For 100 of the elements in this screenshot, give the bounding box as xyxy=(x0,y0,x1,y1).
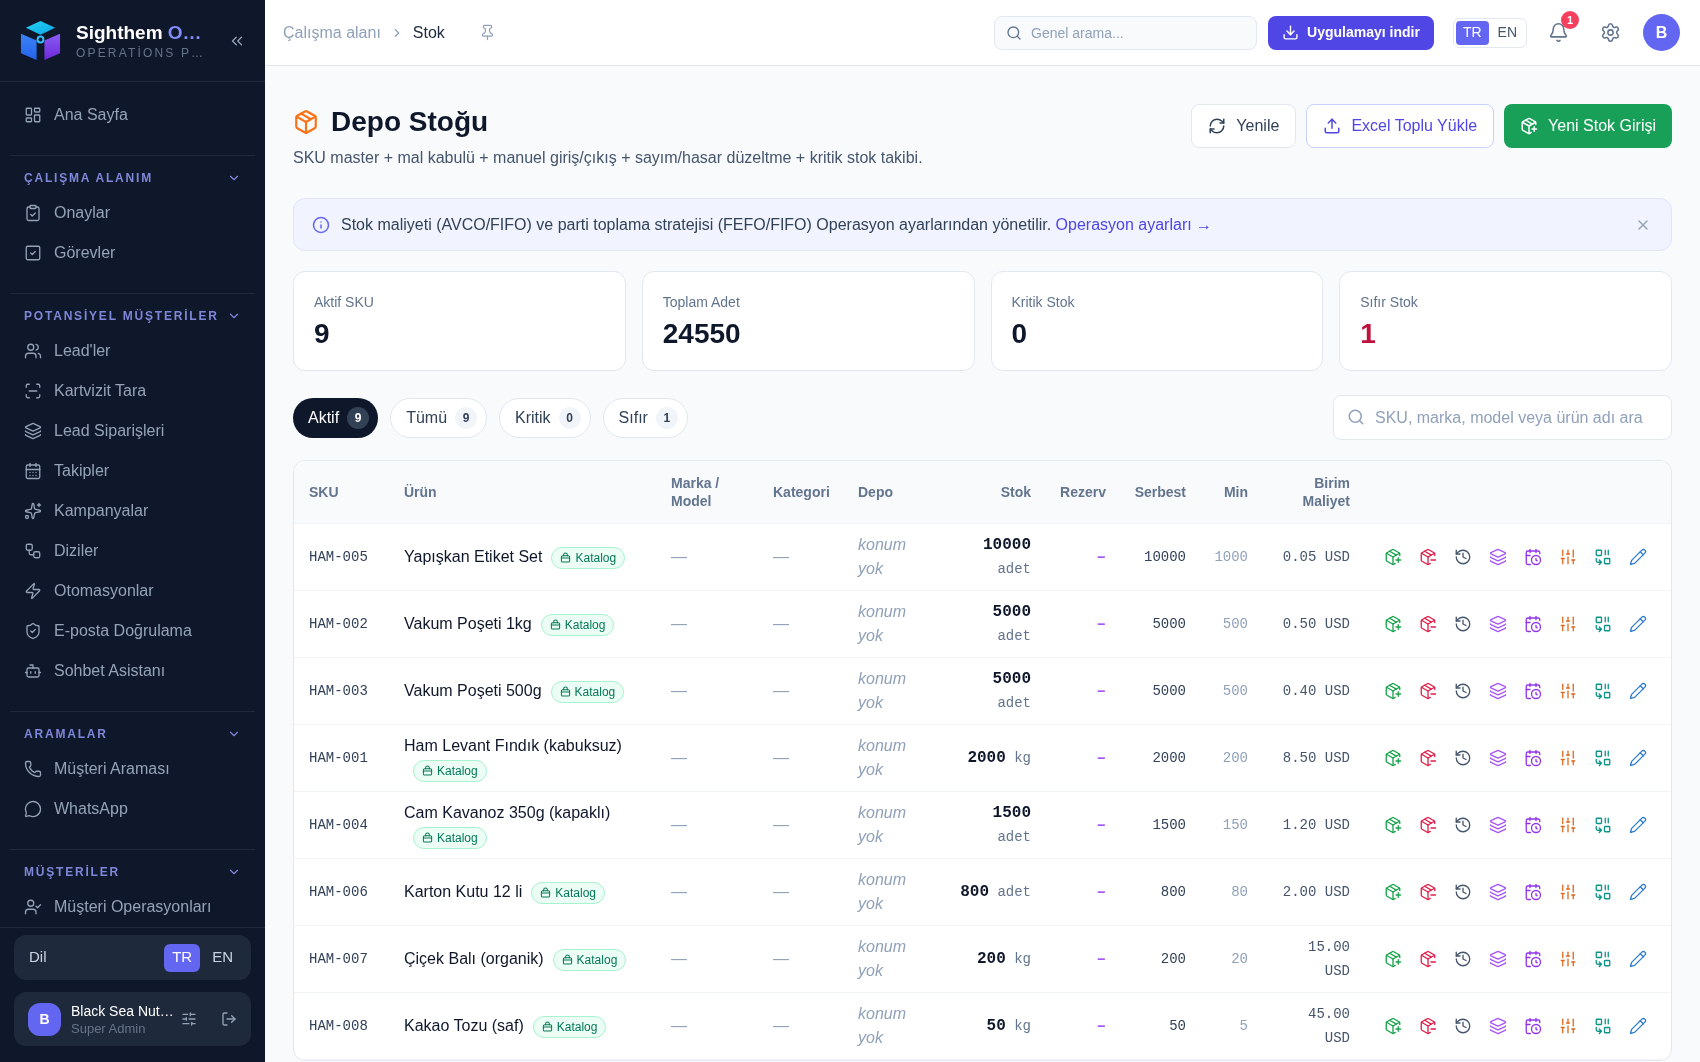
history-icon[interactable] xyxy=(1454,1017,1472,1035)
sidebar-item[interactable]: Diziler xyxy=(10,531,255,571)
package-plus-icon[interactable] xyxy=(1384,950,1402,968)
squares-arrow-icon[interactable] xyxy=(1594,615,1612,633)
pencil-icon[interactable] xyxy=(1629,816,1647,834)
squares-arrow-icon[interactable] xyxy=(1594,883,1612,901)
settings-icon[interactable] xyxy=(1600,22,1621,43)
pencil-icon[interactable] xyxy=(1629,1017,1647,1035)
filter-tab[interactable]: Sıfır 1 xyxy=(602,397,688,438)
pencil-icon[interactable] xyxy=(1629,682,1647,700)
package-minus-icon[interactable] xyxy=(1419,749,1437,767)
sidebar-item[interactable]: E-posta Doğrulama xyxy=(10,611,255,651)
squares-arrow-icon[interactable] xyxy=(1594,950,1612,968)
layers-icon[interactable] xyxy=(1489,816,1507,834)
sidebar-item[interactable]: WhatsApp xyxy=(10,789,255,829)
history-icon[interactable] xyxy=(1454,682,1472,700)
layers-icon[interactable] xyxy=(1489,548,1507,566)
filter-tab[interactable]: Kritik 0 xyxy=(499,397,591,438)
sidebar-item[interactable]: Lead Siparişleri xyxy=(10,411,255,451)
history-icon[interactable] xyxy=(1454,883,1472,901)
squares-arrow-icon[interactable] xyxy=(1594,548,1612,566)
pencil-icon[interactable] xyxy=(1629,950,1647,968)
section-header[interactable]: ARAMALAR xyxy=(10,724,255,744)
language-option[interactable]: TR xyxy=(1455,20,1489,45)
calendar-clock-icon[interactable] xyxy=(1524,615,1542,633)
sliders-icon[interactable] xyxy=(181,1011,197,1027)
search-field[interactable]: Genel arama... xyxy=(994,15,1258,50)
sidebar-item[interactable]: Onaylar xyxy=(10,193,255,233)
package-plus-icon[interactable] xyxy=(1384,1017,1402,1035)
squares-arrow-icon[interactable] xyxy=(1594,682,1612,700)
sliders-icon[interactable] xyxy=(1559,1017,1577,1035)
sidebar-item[interactable]: Müşteri Araması xyxy=(10,749,255,789)
calendar-clock-icon[interactable] xyxy=(1524,548,1542,566)
sliders-icon[interactable] xyxy=(1559,749,1577,767)
settings-link[interactable]: Operasyon ayarları → xyxy=(1055,215,1213,233)
history-icon[interactable] xyxy=(1454,950,1472,968)
language-option[interactable]: EN xyxy=(204,943,241,972)
layers-icon[interactable] xyxy=(1489,1017,1507,1035)
package-plus-icon[interactable] xyxy=(1384,749,1402,767)
pencil-icon[interactable] xyxy=(1629,615,1647,633)
package-minus-icon[interactable] xyxy=(1419,682,1437,700)
sidebar-item[interactable]: Takipler xyxy=(10,451,255,491)
action-button[interactable]: Excel Toplu Yükle xyxy=(1306,104,1495,148)
package-minus-icon[interactable] xyxy=(1419,950,1437,968)
sliders-icon[interactable] xyxy=(1559,548,1577,566)
package-minus-icon[interactable] xyxy=(1419,1017,1437,1035)
history-icon[interactable] xyxy=(1454,548,1472,566)
package-minus-icon[interactable] xyxy=(1419,816,1437,834)
layers-icon[interactable] xyxy=(1489,749,1507,767)
filter-tab[interactable]: Tümü 9 xyxy=(390,397,488,438)
package-minus-icon[interactable] xyxy=(1419,548,1437,566)
calendar-clock-icon[interactable] xyxy=(1524,682,1542,700)
action-button[interactable]: Yenile xyxy=(1191,104,1297,148)
history-icon[interactable] xyxy=(1454,615,1472,633)
sidebar-item[interactable]: Otomasyonlar xyxy=(10,571,255,611)
download-app-button[interactable]: Uygulamayı indir xyxy=(1268,15,1434,50)
sidebar-item[interactable]: Kampanyalar xyxy=(10,491,255,531)
logout-icon[interactable] xyxy=(221,1011,237,1027)
pencil-icon[interactable] xyxy=(1629,749,1647,767)
package-minus-icon[interactable] xyxy=(1419,615,1437,633)
package-plus-icon[interactable] xyxy=(1384,682,1402,700)
package-minus-icon[interactable] xyxy=(1419,883,1437,901)
squares-arrow-icon[interactable] xyxy=(1594,1017,1612,1035)
sidebar-item[interactable]: Sohbet Asistanı xyxy=(10,651,255,691)
sliders-icon[interactable] xyxy=(1559,883,1577,901)
package-plus-icon[interactable] xyxy=(1384,816,1402,834)
sliders-icon[interactable] xyxy=(1559,950,1577,968)
calendar-clock-icon[interactable] xyxy=(1524,883,1542,901)
sliders-icon[interactable] xyxy=(1559,615,1577,633)
history-icon[interactable] xyxy=(1454,816,1472,834)
layers-icon[interactable] xyxy=(1489,682,1507,700)
calendar-clock-icon[interactable] xyxy=(1524,816,1542,834)
layers-icon[interactable] xyxy=(1489,883,1507,901)
squares-arrow-icon[interactable] xyxy=(1594,816,1612,834)
package-plus-icon[interactable] xyxy=(1384,883,1402,901)
calendar-clock-icon[interactable] xyxy=(1524,1017,1542,1035)
section-header[interactable]: MÜŞTERİLER xyxy=(10,862,255,882)
filter-tab[interactable]: Aktif 9 xyxy=(293,397,379,438)
package-plus-icon[interactable] xyxy=(1384,615,1402,633)
bell-icon[interactable] xyxy=(1548,22,1569,43)
section-header[interactable]: ÇALIŞMA ALANIM xyxy=(10,168,255,188)
language-option[interactable]: EN xyxy=(1490,20,1524,45)
sidebar-item[interactable]: Ana Sayfa xyxy=(10,95,255,135)
calendar-clock-icon[interactable] xyxy=(1524,950,1542,968)
calendar-clock-icon[interactable] xyxy=(1524,749,1542,767)
section-header[interactable]: POTANSİYEL MÜŞTERİLER xyxy=(10,306,255,326)
sliders-icon[interactable] xyxy=(1559,816,1577,834)
pencil-icon[interactable] xyxy=(1629,548,1647,566)
pencil-icon[interactable] xyxy=(1629,883,1647,901)
sidebar-item[interactable]: Müşteri Operasyonları xyxy=(10,887,255,927)
layers-icon[interactable] xyxy=(1489,950,1507,968)
sidebar-item[interactable]: Lead'ler xyxy=(10,331,255,371)
sliders-icon[interactable] xyxy=(1559,682,1577,700)
layers-icon[interactable] xyxy=(1489,615,1507,633)
package-plus-icon[interactable] xyxy=(1384,548,1402,566)
sidebar-item[interactable]: Görevler xyxy=(10,233,255,273)
squares-arrow-icon[interactable] xyxy=(1594,749,1612,767)
history-icon[interactable] xyxy=(1454,749,1472,767)
sidebar-item[interactable]: Kartvizit Tara xyxy=(10,371,255,411)
user-avatar[interactable]: B xyxy=(1643,14,1680,51)
